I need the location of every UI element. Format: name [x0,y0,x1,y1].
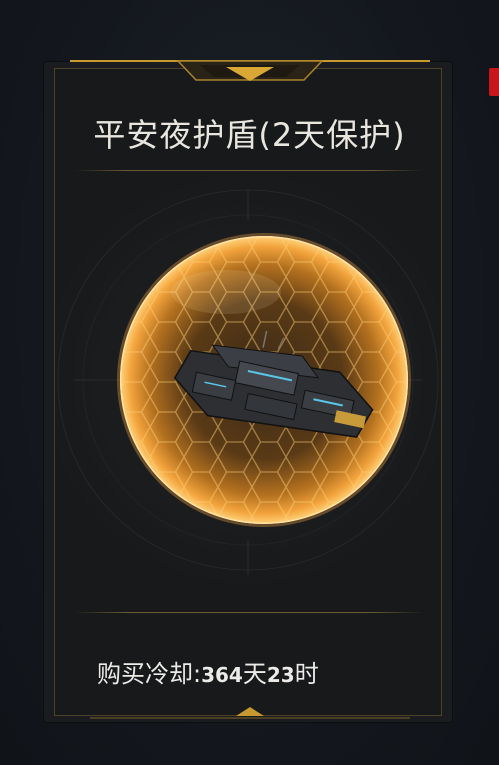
footer-divider [74,612,424,613]
cooldown-days: 364 [201,663,243,687]
bottom-ornament [90,707,410,719]
side-tab[interactable] [489,68,499,96]
cooldown-days-unit: 天 [242,660,267,688]
cooldown-hours: 23 [266,663,295,687]
purchase-cooldown: 购买冷却:364天23时 [97,654,319,689]
shield-dome-warship-icon [117,233,411,527]
item-title: 平安夜护盾(2天保护) [93,116,406,154]
cooldown-hours-unit: 时 [294,660,319,688]
title-divider [74,170,424,171]
top-ornament [70,60,430,81]
cooldown-label: 购买冷却: [97,660,202,688]
